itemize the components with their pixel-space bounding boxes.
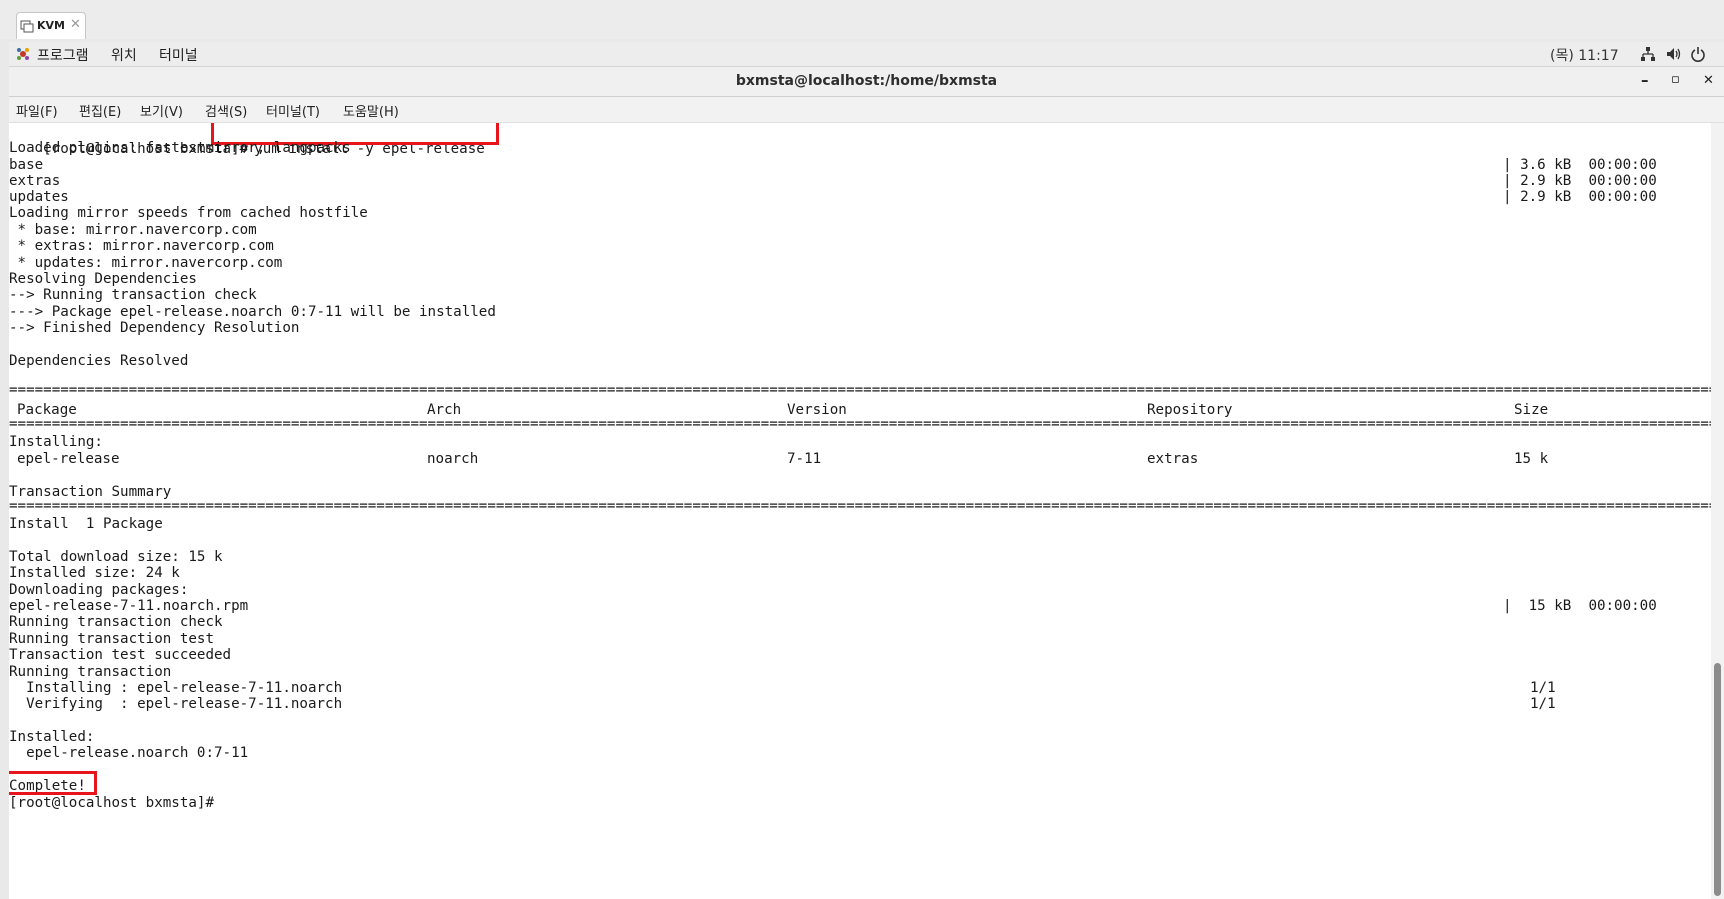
menu-terminal[interactable]: 터미널	[159, 45, 198, 65]
tab-strip: KVM ✕	[0, 0, 1724, 39]
output-line: Running transaction test	[9, 631, 214, 647]
output-line: Running transaction	[9, 664, 172, 680]
progress-counter: 1/1	[1530, 680, 1556, 696]
progress-counter: 1/1	[1530, 696, 1556, 712]
power-icon[interactable]	[1690, 46, 1706, 62]
output-line: Running transaction check	[9, 614, 223, 630]
applications-icon	[17, 48, 29, 60]
output-line: base	[9, 157, 44, 173]
output-line: Dependencies Resolved	[9, 353, 189, 369]
output-line: * base: mirror.navercorp.com	[9, 222, 257, 238]
maximize-button[interactable]: ▫	[1671, 72, 1680, 87]
output-line: extras	[9, 173, 61, 189]
window-title: bxmsta@localhost:/home/bxmsta	[735, 73, 998, 89]
menu-file[interactable]: 파일(F)	[16, 101, 58, 120]
window-titlebar: bxmsta@localhost:/home/bxmsta – ▫ ✕	[9, 67, 1724, 97]
output-line: * extras: mirror.navercorp.com	[9, 238, 274, 254]
installed-package: epel-release.noarch 0:7-11	[9, 745, 249, 761]
complete-highlight-box	[9, 771, 97, 795]
vm-icon	[20, 20, 34, 33]
download-stat: | 15 kB 00:00:00	[1503, 598, 1657, 614]
output-line: Transaction test succeeded	[9, 647, 232, 663]
repo-stat: | 2.9 kB 00:00:00	[1503, 173, 1657, 189]
network-icon[interactable]	[1640, 46, 1656, 62]
output-line: Downloading packages:	[9, 582, 189, 598]
output-line: Installed size: 24 k	[9, 565, 180, 581]
menu-edit[interactable]: 편집(E)	[79, 101, 121, 120]
output-line: updates	[9, 189, 69, 205]
output-line: Loading mirror speeds from cached hostfi…	[9, 205, 368, 221]
table-row-arch: noarch	[427, 451, 479, 467]
menu-search[interactable]: 검색(S)	[205, 101, 247, 120]
menu-places[interactable]: 위치	[111, 45, 137, 65]
output-line: Loaded plugins: fastestmirror, langpacks	[9, 140, 351, 156]
repo-stat: | 3.6 kB 00:00:00	[1503, 157, 1657, 173]
output-line: Installing : epel-release-7-11.noarch	[9, 680, 343, 696]
section-title: Installing:	[9, 434, 103, 450]
scrollbar-thumb[interactable]	[1714, 663, 1721, 896]
table-row-repository: extras	[1147, 451, 1199, 467]
output-line: epel-release-7-11.noarch.rpm	[9, 598, 249, 614]
output-line: --> Finished Dependency Resolution	[9, 320, 300, 336]
tab-kvm[interactable]: KVM ✕	[16, 12, 86, 39]
table-row-version: 7-11	[787, 451, 822, 467]
output-line: ---> Package epel-release.noarch 0:7-11 …	[9, 304, 496, 320]
table-row-package: epel-release	[17, 451, 120, 467]
repo-stat: | 2.9 kB 00:00:00	[1503, 189, 1657, 205]
minimize-button[interactable]: –	[1641, 71, 1649, 89]
tab-close-icon[interactable]: ✕	[70, 17, 81, 32]
menu-terminal-t[interactable]: 터미널(T)	[266, 101, 320, 120]
terminal-scrollbar[interactable]	[1711, 123, 1724, 899]
output-line: Total download size: 15 k	[9, 549, 223, 565]
terminal-menubar: 파일(F) 편집(E) 보기(V) 검색(S) 터미널(T) 도움말(H)	[9, 97, 1724, 123]
menu-view[interactable]: 보기(V)	[140, 101, 183, 120]
separator-rule: ========================================…	[9, 498, 1711, 514]
menu-help[interactable]: 도움말(H)	[343, 101, 399, 120]
separator-rule: ========================================…	[9, 416, 1711, 432]
tab-title: KVM	[37, 19, 65, 32]
terminal-output[interactable]: [root@localhost bxmsta]# yum install -y e…	[9, 123, 1711, 899]
table-row-size: 15 k	[1514, 451, 1549, 467]
installed-title: Installed:	[9, 729, 95, 745]
menu-applications[interactable]: 프로그램	[37, 45, 89, 65]
final-prompt: [root@localhost bxmsta]#	[9, 795, 214, 811]
output-line: Verifying : epel-release-7-11.noarch	[9, 696, 343, 712]
top-panel: 프로그램 위치 터미널 (목) 11:17	[9, 42, 1724, 67]
volume-icon[interactable]	[1665, 46, 1681, 62]
clock[interactable]: (목) 11:17	[1550, 45, 1619, 65]
output-line: --> Running transaction check	[9, 287, 257, 303]
output-line: Resolving Dependencies	[9, 271, 197, 287]
close-button[interactable]: ✕	[1703, 73, 1714, 88]
separator-rule: ========================================…	[9, 382, 1711, 398]
output-line: * updates: mirror.navercorp.com	[9, 255, 283, 271]
install-count: Install 1 Package	[9, 516, 163, 532]
